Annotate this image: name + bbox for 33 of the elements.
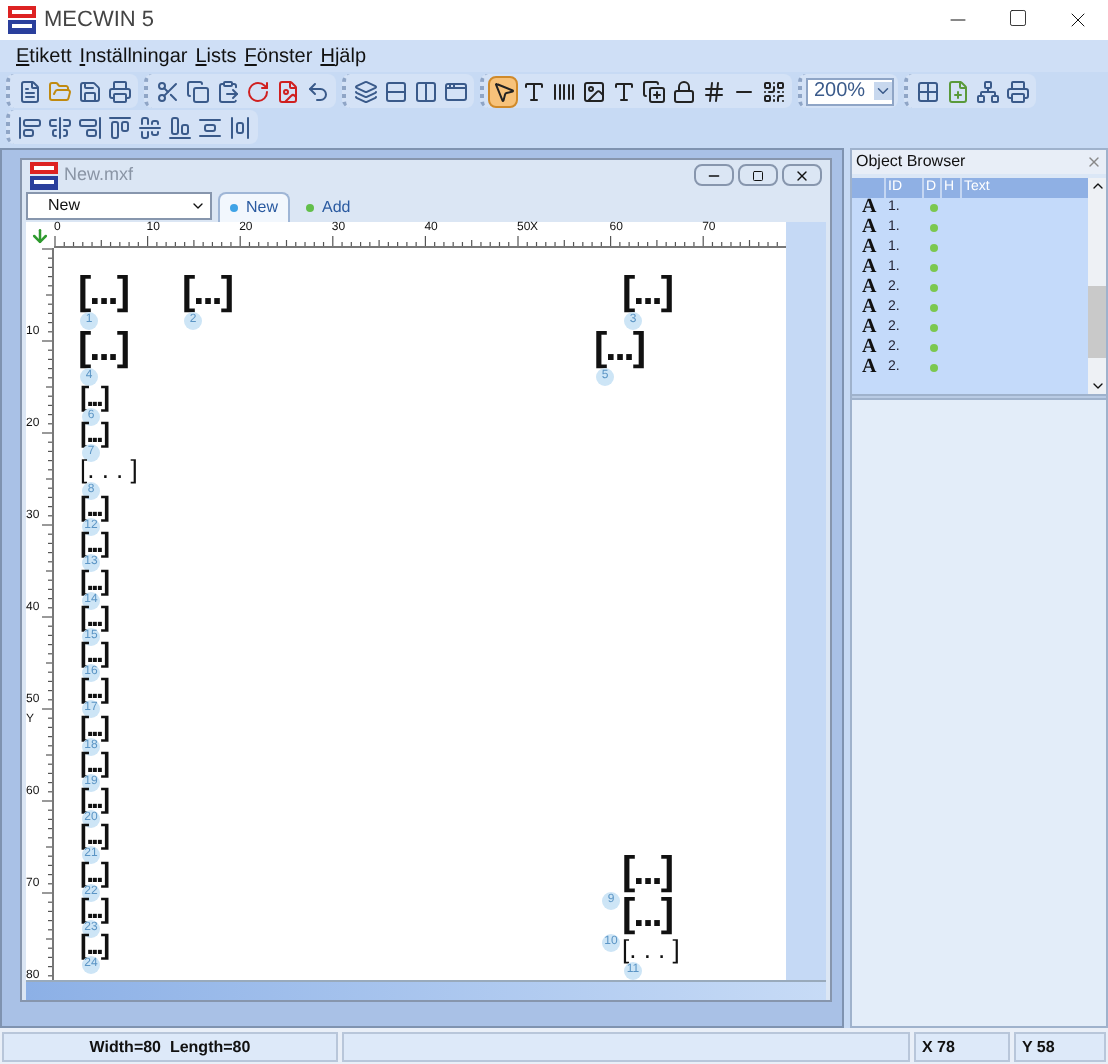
menu-item[interactable]: Fönster (244, 41, 313, 71)
text-field[interactable]: [...] (78, 324, 128, 372)
status-size: Width=80 Length=80 (2, 1031, 338, 1061)
label-dropdown[interactable]: New (26, 192, 212, 220)
tab[interactable]: Add (296, 192, 361, 222)
zoom-dropdown[interactable]: 200% (806, 77, 894, 105)
tab[interactable]: New (218, 192, 291, 222)
object-type: A (860, 218, 879, 238)
window-title: MECWIN 5 (44, 5, 154, 36)
text-field[interactable]: [. . . ] (622, 934, 680, 966)
panel-title: Object Browser (856, 150, 966, 174)
text-field[interactable]: [...] (622, 890, 672, 938)
menu-item[interactable]: Hjälp (320, 41, 367, 71)
menu-item[interactable]: Etikett (16, 41, 72, 71)
object-type: A (860, 278, 879, 298)
text-field[interactable]: [...] (622, 848, 672, 896)
object-type: A (860, 198, 879, 218)
menu-item[interactable]: Inställningar (79, 41, 188, 71)
object-type: A (860, 338, 879, 358)
object-type: A (860, 298, 879, 318)
object-type: A (860, 318, 879, 338)
text-field[interactable]: [...] (78, 268, 128, 316)
document-title: New.mxf (64, 161, 134, 188)
object-type: A (860, 358, 879, 378)
status-y: Y 58 (1014, 1031, 1106, 1061)
text-field[interactable]: [...] (594, 324, 644, 372)
text-field[interactable]: [...] (182, 268, 232, 316)
text-field[interactable]: [...] (622, 268, 672, 316)
text-field[interactable]: [...] (80, 380, 107, 412)
menu-item[interactable]: Lists (195, 41, 237, 71)
status-x: X 78 (914, 1031, 1010, 1061)
object-type: A (860, 238, 879, 258)
object-type: A (860, 258, 879, 278)
